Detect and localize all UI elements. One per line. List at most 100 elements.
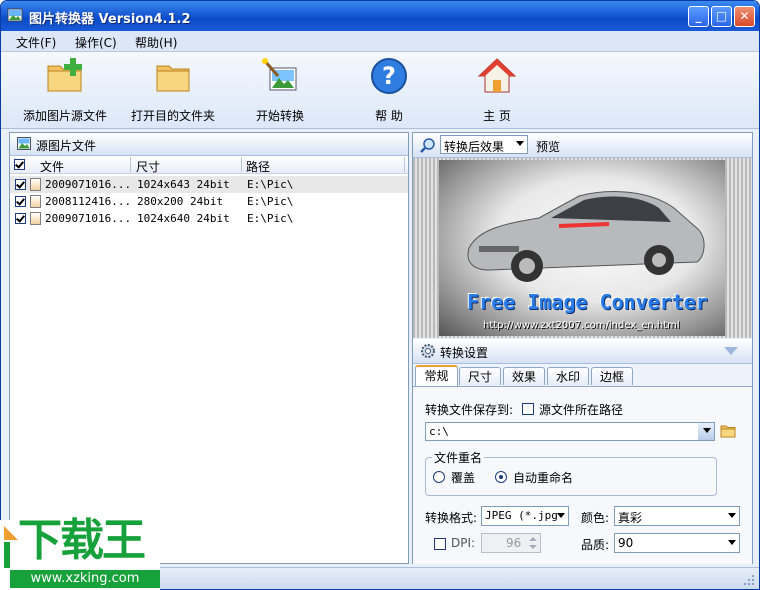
file-checkbox[interactable] (15, 213, 26, 224)
source-path-label: 源文件所在路径 (539, 403, 624, 417)
menu-bar: 文件(F) 操作(C) 帮助(H) (1, 31, 759, 52)
file-row[interactable]: 2009071016... 1024x643 24bit E:\Pic\ (10, 176, 408, 193)
preview-image-url: http://www.zxt2007.com/index_en.html (483, 320, 680, 331)
add-folder-icon (47, 58, 82, 92)
stepper-arrows-icon[interactable] (528, 536, 538, 550)
preview-image-title: Free Image Converter (467, 290, 708, 314)
auto-rename-label: 自动重命名 (513, 471, 574, 485)
dpi-value: 96 (506, 536, 522, 550)
home-label: 主 页 (483, 109, 511, 123)
app-icon (7, 8, 23, 22)
settings-header[interactable]: 转换设置 (413, 339, 752, 364)
column-file[interactable]: 文件 (40, 158, 64, 175)
chevron-down-icon (557, 513, 565, 518)
file-path: E:\Pic\ (247, 212, 294, 225)
save-to-label: 转换文件保存到: (425, 403, 514, 417)
overwrite-radio[interactable] (433, 471, 445, 483)
add-source-button[interactable]: 添加图片源文件 (19, 56, 111, 124)
rename-group-label: 文件重名 (432, 449, 485, 466)
color-select[interactable]: 真彩 (614, 506, 740, 526)
source-panel-header: 源图片文件 (10, 133, 408, 156)
toolbar: 添加图片源文件 打开目的文件夹 开始转换 ? 帮 助 主 页 (1, 52, 759, 129)
save-path-select[interactable]: c:\ (425, 422, 715, 441)
color-label: 颜色: (581, 511, 610, 525)
file-name: 2009071016... (45, 212, 132, 225)
image-file-icon (30, 212, 41, 225)
menu-operate[interactable]: 操作(C) (75, 34, 117, 51)
file-checkbox[interactable] (15, 196, 26, 207)
resize-grip-icon[interactable] (743, 574, 755, 586)
source-panel-title: 源图片文件 (36, 139, 97, 153)
menu-file[interactable]: 文件(F) (16, 34, 56, 51)
start-convert-button[interactable]: 开始转换 (239, 56, 321, 124)
tab-effect[interactable]: 效果 (503, 367, 545, 385)
color-value: 真彩 (618, 511, 643, 525)
preview-label: 预览 (536, 140, 561, 154)
home-button[interactable]: 主 页 (471, 56, 523, 124)
dpi-label: DPI: (451, 536, 476, 550)
quality-value: 90 (618, 536, 634, 550)
title-bar[interactable]: 图片转换器 Version4.1.2 _ □ ✕ (1, 1, 759, 31)
svg-text:?: ? (382, 62, 396, 90)
tab-border[interactable]: 边框 (591, 367, 633, 385)
help-button[interactable]: ? 帮 助 (363, 56, 415, 124)
quality-label: 品质: (581, 538, 610, 552)
source-files-panel: 源图片文件 文件 尺寸 路径 2009071016... 1024x643 24… (9, 132, 409, 564)
preview-image: Free Image Converter http://www.zxt2007.… (439, 160, 725, 336)
file-size: 1024x640 24bit (137, 212, 230, 225)
watermark-url: www.xzking.com (10, 570, 160, 588)
tab-watermark[interactable]: 水印 (547, 367, 589, 385)
browse-folder-icon[interactable] (720, 424, 736, 438)
file-name: 2008112416... (45, 195, 132, 208)
folder-icon (156, 65, 190, 92)
preview-mode-select[interactable]: 转换后效果 (440, 135, 528, 154)
format-value: JPEG (*.jpg (485, 509, 558, 522)
file-list-header: 文件 尺寸 路径 (10, 156, 408, 174)
file-name: 2009071016... (45, 178, 132, 191)
image-file-icon (30, 178, 41, 191)
file-size: 280x200 24bit (137, 195, 224, 208)
chevron-down-icon (728, 513, 736, 518)
source-path-checkbox[interactable] (522, 403, 534, 415)
magnifier-icon (420, 138, 435, 153)
tab-general[interactable]: 常规 (415, 365, 458, 387)
column-size[interactable]: 尺寸 (136, 158, 160, 175)
site-watermark: 下载王 www.xzking.com (0, 516, 160, 590)
select-all-checkbox[interactable] (14, 159, 25, 170)
column-path[interactable]: 路径 (246, 158, 270, 175)
overwrite-label: 覆盖 (451, 471, 476, 485)
auto-rename-radio[interactable] (495, 471, 507, 483)
watermark-text: 下载王 (18, 515, 146, 566)
app-window: 图片转换器 Version4.1.2 _ □ ✕ 文件(F) 操作(C) 帮助(… (0, 0, 760, 590)
file-row[interactable]: 2008112416... 280x200 24bit E:\Pic\ (10, 193, 408, 210)
chevron-down-icon (728, 540, 736, 545)
right-panel: 转换后效果 预览 Free Image Converter http://www… (412, 132, 753, 564)
gear-icon (421, 344, 435, 358)
close-button[interactable]: ✕ (734, 6, 755, 27)
file-path: E:\Pic\ (247, 178, 294, 191)
image-icon (17, 137, 31, 150)
image-file-icon (30, 195, 41, 208)
chevron-down-icon (516, 141, 524, 146)
general-tab-content: 转换文件保存到: 源文件所在路径 c:\ 文件重名 覆盖 自动重命名 转换格式:… (413, 386, 752, 564)
settings-tabs: 常规 尺寸 效果 水印 边框 (413, 365, 752, 387)
add-source-label: 添加图片源文件 (22, 109, 107, 123)
tab-size[interactable]: 尺寸 (459, 367, 501, 385)
chevron-down-icon (703, 428, 711, 433)
format-select[interactable]: JPEG (*.jpg (481, 506, 569, 526)
menu-help[interactable]: 帮助(H) (135, 34, 177, 51)
dpi-stepper[interactable]: 96 (481, 533, 541, 553)
open-output-folder-label: 打开目的文件夹 (130, 109, 215, 123)
window-title: 图片转换器 Version4.1.2 (29, 12, 191, 27)
quality-select[interactable]: 90 (614, 533, 740, 553)
maximize-button[interactable]: □ (711, 6, 732, 27)
open-output-folder-button[interactable]: 打开目的文件夹 (127, 56, 219, 124)
preview-area: Free Image Converter http://www.zxt2007.… (413, 158, 752, 338)
settings-title: 转换设置 (440, 346, 489, 360)
collapse-chevron-icon[interactable] (724, 347, 738, 355)
dpi-checkbox[interactable] (434, 538, 446, 550)
minimize-button[interactable]: _ (688, 6, 709, 27)
help-icon: ? (371, 58, 407, 94)
file-row[interactable]: 2009071016... 1024x640 24bit E:\Pic\ (10, 210, 408, 227)
file-checkbox[interactable] (15, 179, 26, 190)
